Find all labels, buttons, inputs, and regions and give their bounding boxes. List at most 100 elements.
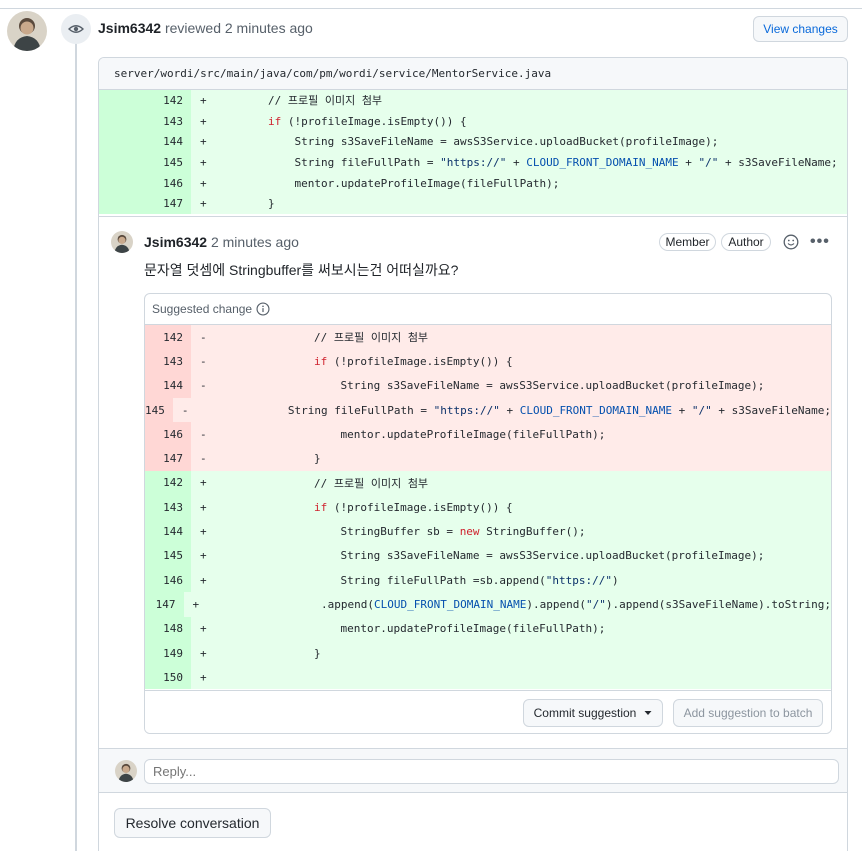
line-number[interactable]: 149 [145, 640, 191, 666]
diff-marker: + [200, 155, 207, 169]
diff-marker: + [200, 670, 207, 684]
comment-time[interactable]: 2 minutes ago [211, 234, 299, 250]
line-number[interactable]: 147 [145, 446, 191, 471]
code-text: .append(CLOUD_FRONT_DOMAIN_NAME).append(… [241, 597, 831, 611]
line-number[interactable]: 142 [99, 90, 191, 111]
diff-marker: + [192, 597, 200, 611]
commit-suggestion-label: Commit suggestion [533, 706, 637, 720]
resolve-conversation-button[interactable]: Resolve conversation [114, 808, 271, 838]
diff-line-removed: 146- mentor.updateProfileImage(fileFullP… [145, 422, 831, 447]
review-comment: Jsim6342 2 minutes ago Member Author •••… [99, 216, 847, 748]
comment-header: Jsim6342 2 minutes ago [144, 234, 299, 250]
diff-line-added: 144 + String s3SaveFileName = awsS3Servic… [99, 131, 847, 153]
line-number[interactable]: 142 [145, 470, 191, 496]
diff-marker: + [200, 622, 207, 636]
code-text: String fileFullPath =sb.append("https://… [261, 573, 619, 587]
info-icon[interactable] [256, 302, 270, 316]
code-text: String s3SaveFileName = awsS3Service.upl… [215, 135, 719, 149]
diff-marker: - [200, 330, 207, 344]
suggested-change-label: Suggested change [152, 302, 253, 316]
diff-line-added: 149 + } [145, 640, 831, 666]
line-number[interactable]: 144 [145, 373, 191, 398]
line-number[interactable]: 145 [145, 397, 173, 423]
line-number[interactable]: 146 [145, 422, 191, 447]
triangle-down-icon [644, 711, 652, 715]
diff-marker: - [200, 379, 207, 393]
diff-line-added: 148 + mentor.updateProfileImage(fileFullP… [145, 616, 831, 641]
diff-line-added: 146 + mentor.updateProfileImage(fileFullP… [99, 172, 847, 194]
reply-avatar [115, 760, 137, 782]
line-number[interactable]: 147 [99, 193, 191, 215]
line-number[interactable]: 143 [99, 110, 191, 132]
line-number[interactable]: 145 [145, 543, 191, 568]
reply-input[interactable] [144, 759, 839, 784]
removed-lines: 142- // 프로필 이미지 첨부 143- if (!profileImage… [145, 325, 831, 471]
diff-marker: - [200, 452, 207, 466]
diff-marker: + [200, 500, 207, 514]
line-number[interactable]: 150 [145, 665, 191, 690]
code-text: if (!profileImage.isEmpty()) { [267, 114, 467, 128]
comment-body: 문자열 덧셈에 Stringbuffer를 써보시는건 어떠실까요? [144, 262, 459, 278]
line-number[interactable]: 145 [99, 152, 191, 173]
view-changes-button[interactable]: View changes [753, 16, 848, 42]
code-text: StringBuffer sb = new StringBuffer(); [261, 525, 586, 539]
reviewer-avatar[interactable] [7, 11, 47, 51]
diff-line-removed: 147- } [145, 446, 831, 471]
line-number[interactable]: 143 [145, 495, 191, 520]
diff-marker: + [200, 176, 207, 190]
review-action: reviewed [164, 20, 221, 36]
code-text: mentor.updateProfileImage(fileFullPath); [215, 176, 560, 190]
file-diff: 142 + // 프로필 이미지 첨부 143 + if (!profileImage… [99, 90, 847, 215]
comment-author-link[interactable]: Jsim6342 [144, 234, 207, 250]
top-divider [0, 8, 862, 9]
diff-line-added: 144 + StringBuffer sb = new StringBuffer(… [145, 519, 831, 544]
code-text: } [261, 646, 321, 660]
review-thread: server/wordi/src/main/java/com/pm/wordi/… [98, 57, 848, 851]
diff-line-removed: 143- if (!profileImage.isEmpty()) { [145, 349, 831, 374]
line-number[interactable]: 144 [145, 519, 191, 544]
code-text: // 프로필 이미지 첨부 [261, 476, 429, 490]
eye-icon [61, 14, 91, 44]
diff-line-removed: 142- // 프로필 이미지 첨부 [145, 325, 831, 350]
diff-line-added: 147 + } [99, 193, 847, 215]
line-number[interactable]: 146 [99, 172, 191, 194]
code-text: mentor.updateProfileImage(fileFullPath); [261, 622, 606, 636]
line-number[interactable]: 147 [145, 592, 184, 617]
commit-suggestion-button[interactable]: Commit suggestion [523, 699, 663, 727]
diff-marker: + [200, 135, 207, 149]
comment-avatar[interactable] [111, 231, 133, 253]
line-number[interactable]: 146 [145, 567, 191, 593]
resolve-area: Resolve conversation [99, 792, 847, 851]
diff-line-added: 145 + String s3SaveFileName = awsS3Servic… [145, 543, 831, 568]
add-suggestion-to-batch-button[interactable]: Add suggestion to batch [673, 699, 823, 727]
diff-marker: - [181, 403, 189, 417]
line-number[interactable]: 144 [99, 131, 191, 153]
code-text: String fileFullPath = "https://" + CLOUD… [215, 155, 838, 169]
code-text: } [261, 452, 321, 466]
line-number[interactable]: 142 [145, 325, 191, 350]
line-number[interactable]: 148 [145, 616, 191, 641]
diff-line-added: 143 + if (!profileImage.isEmpty()) { [145, 495, 831, 520]
diff-marker: + [200, 93, 207, 107]
code-text: mentor.updateProfileImage(fileFullPath); [261, 427, 606, 441]
diff-marker: - [200, 354, 207, 368]
member-label: Member [659, 233, 716, 251]
suggestion-actions: Commit suggestion Add suggestion to batc… [145, 690, 831, 733]
diff-marker: - [200, 427, 207, 441]
code-text: String s3SaveFileName = awsS3Service.upl… [261, 379, 765, 393]
code-text: String fileFullPath = "https://" + CLOUD… [208, 403, 831, 417]
file-path[interactable]: server/wordi/src/main/java/com/pm/wordi/… [99, 58, 847, 90]
code-text: // 프로필 이미지 첨부 [261, 331, 429, 345]
line-number[interactable]: 143 [145, 349, 191, 374]
kebab-horizontal-icon[interactable]: ••• [810, 233, 830, 251]
diff-marker: + [200, 549, 207, 563]
code-text: String s3SaveFileName = awsS3Service.upl… [261, 549, 765, 563]
review-time[interactable]: 2 minutes ago [225, 20, 313, 36]
diff-line-added: 142 + // 프로필 이미지 첨부 [99, 90, 847, 111]
smiley-icon[interactable] [783, 234, 799, 253]
diff-marker: + [200, 114, 207, 128]
timeline-line [75, 40, 77, 851]
review-author-link[interactable]: Jsim6342 [98, 20, 161, 36]
review-header: Jsim6342 reviewed 2 minutes ago [98, 20, 313, 36]
added-lines: 142 + // 프로필 이미지 첨부 143 + if (!profileImage… [145, 470, 831, 690]
